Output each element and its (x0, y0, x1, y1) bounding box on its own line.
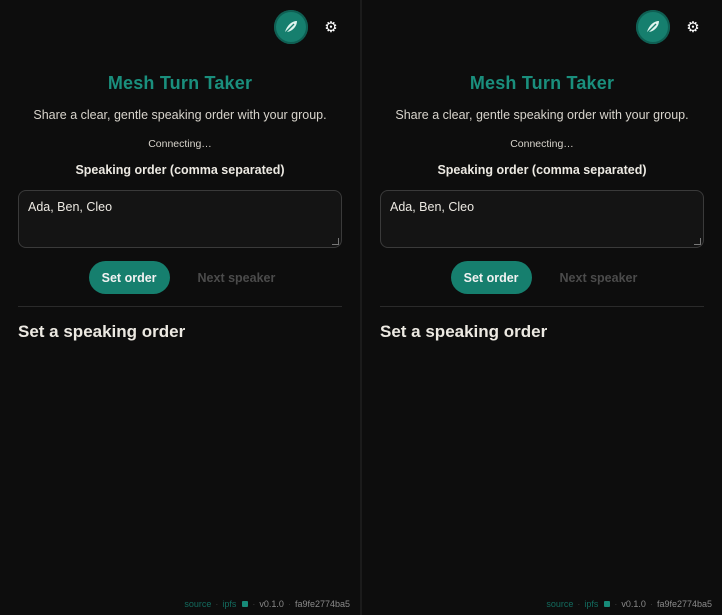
next-speaker-button[interactable]: Next speaker (554, 261, 644, 294)
footer-separator: · (577, 599, 581, 609)
footer-separator: · (252, 599, 256, 609)
section-heading: Set a speaking order (18, 322, 186, 341)
settings-gear-icon[interactable]: ⚙ (320, 16, 342, 38)
app-title: Mesh Turn Taker (469, 73, 615, 93)
speaking-order-label: Speaking order (comma separated) (75, 163, 285, 177)
footer-separator: · (649, 599, 653, 609)
app-root: ⚙ Mesh Turn Taker Share a clear, gentle … (0, 0, 722, 615)
section-heading: Set a speaking order (380, 322, 548, 341)
version-text: v0.1.0 (621, 599, 646, 609)
app-subtitle: Share a clear, gentle speaking order wit… (395, 108, 689, 122)
app-subtitle: Share a clear, gentle speaking order wit… (33, 108, 327, 122)
avatar-button[interactable] (274, 10, 308, 44)
avatar-button[interactable] (636, 10, 670, 44)
panel-right: ⚙ Mesh Turn Taker Share a clear, gentle … (362, 0, 722, 615)
footer: source · ipfs · v0.1.0 · fa9fe2774ba5 (184, 599, 350, 609)
ipfs-status-icon (242, 601, 249, 607)
order-actions: Set order Next speaker (362, 261, 722, 294)
top-controls: ⚙ (636, 10, 704, 44)
settings-gear-icon[interactable]: ⚙ (682, 16, 704, 38)
top-controls: ⚙ (274, 10, 342, 44)
panel-left: ⚙ Mesh Turn Taker Share a clear, gentle … (0, 0, 360, 615)
app-title: Mesh Turn Taker (107, 73, 253, 93)
ipfs-link[interactable]: ipfs (584, 599, 598, 609)
footer: source · ipfs · v0.1.0 · fa9fe2774ba5 (546, 599, 712, 609)
footer-separator: · (287, 599, 291, 609)
speaking-order-input-wrap (18, 190, 342, 248)
speaking-order-input[interactable] (18, 190, 342, 248)
source-link[interactable]: source (184, 599, 211, 609)
source-link[interactable]: source (546, 599, 573, 609)
speaking-order-input[interactable] (380, 190, 704, 248)
commit-hash: fa9fe2774ba5 (656, 599, 712, 609)
next-speaker-button[interactable]: Next speaker (192, 261, 282, 294)
feather-icon (283, 21, 297, 35)
set-order-button[interactable]: Set order (88, 261, 170, 294)
footer-separator: · (614, 599, 618, 609)
set-order-button[interactable]: Set order (450, 261, 532, 294)
speaking-order-input-wrap (380, 190, 704, 248)
version-text: v0.1.0 (259, 599, 284, 609)
ipfs-status-icon (604, 601, 611, 607)
connection-status: Connecting… (510, 138, 574, 150)
section-divider (18, 306, 342, 307)
connection-status: Connecting… (148, 138, 212, 150)
commit-hash: fa9fe2774ba5 (294, 599, 350, 609)
footer-separator: · (215, 599, 219, 609)
speaking-order-label: Speaking order (comma separated) (437, 163, 647, 177)
section-divider (380, 306, 704, 307)
order-actions: Set order Next speaker (0, 261, 360, 294)
ipfs-link[interactable]: ipfs (222, 599, 236, 609)
feather-icon (645, 21, 659, 35)
